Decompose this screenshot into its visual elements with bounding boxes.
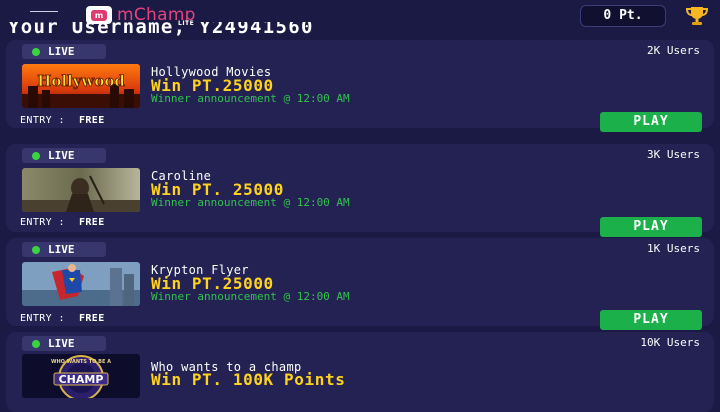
entry-label: ENTRY :: [20, 115, 65, 126]
thumb-ring-text: WHO WANTS TO BE A: [51, 359, 111, 365]
entry-value: FREE: [78, 217, 105, 228]
live-label: LIVE: [48, 45, 75, 58]
game-card-krypton-flyer: LIVE 1K Users Krypton Flyer Win PT.25000…: [6, 238, 714, 330]
live-badge: LIVE: [22, 242, 106, 257]
live-badge: LIVE: [22, 336, 106, 351]
game-thumbnail[interactable]: WHO WANTS TO BE A CHAMP: [22, 354, 140, 398]
entry-fee: ENTRY : FREE: [20, 217, 105, 228]
entry-label: ENTRY :: [20, 313, 65, 324]
live-label: LIVE: [48, 243, 75, 256]
winner-announcement: Winner announcement @ 12:00 AM: [151, 290, 350, 303]
live-dot-icon: [32, 48, 40, 56]
play-button[interactable]: PLAY: [600, 217, 702, 237]
winner-announcement: Winner announcement @ 12:00 AM: [151, 196, 350, 209]
prize-text: Win PT. 100K Points: [151, 370, 346, 389]
live-dot-icon: [32, 152, 40, 160]
logo-mark-letter: m: [91, 9, 107, 21]
points-balance[interactable]: 0 Pt.: [580, 5, 666, 27]
game-thumbnail[interactable]: Hollywood: [22, 64, 140, 108]
thumb-title: Hollywood: [37, 72, 125, 90]
game-thumbnail[interactable]: [22, 262, 140, 306]
live-dot-icon: [32, 246, 40, 254]
entry-fee: ENTRY : FREE: [20, 115, 105, 126]
game-thumbnail[interactable]: [22, 168, 140, 212]
game-card-caroline: LIVE 3K Users Caroline Win PT. 25000 Win…: [6, 144, 714, 237]
username-line: Your Username, Y24941560: [8, 22, 314, 38]
live-badge: LIVE: [22, 44, 106, 59]
live-label: LIVE: [48, 149, 75, 162]
game-card-hollywood: LIVE 2K Users Hollywood Hollywood Movies…: [6, 40, 714, 132]
thumb-title: CHAMP: [59, 373, 104, 386]
user-count: 2K Users: [647, 44, 700, 57]
user-count: 10K Users: [640, 336, 700, 349]
user-count: 1K Users: [647, 242, 700, 255]
live-dot-icon: [32, 340, 40, 348]
entry-label: ENTRY :: [20, 217, 65, 228]
live-label: LIVE: [48, 337, 75, 350]
play-button[interactable]: PLAY: [600, 112, 702, 132]
hamburger-icon[interactable]: [30, 11, 58, 19]
entry-fee: ENTRY : FREE: [20, 313, 105, 324]
entry-value: FREE: [78, 313, 105, 324]
trophy-icon[interactable]: [684, 6, 710, 26]
play-button[interactable]: PLAY: [600, 310, 702, 330]
user-count: 3K Users: [647, 148, 700, 161]
entry-value: FREE: [78, 115, 105, 126]
winner-announcement: Winner announcement @ 12:00 AM: [151, 92, 350, 105]
game-card-who-wants-champ: LIVE 10K Users WHO WANTS TO BE A CHAMP W…: [6, 332, 714, 412]
live-badge: LIVE: [22, 148, 106, 163]
